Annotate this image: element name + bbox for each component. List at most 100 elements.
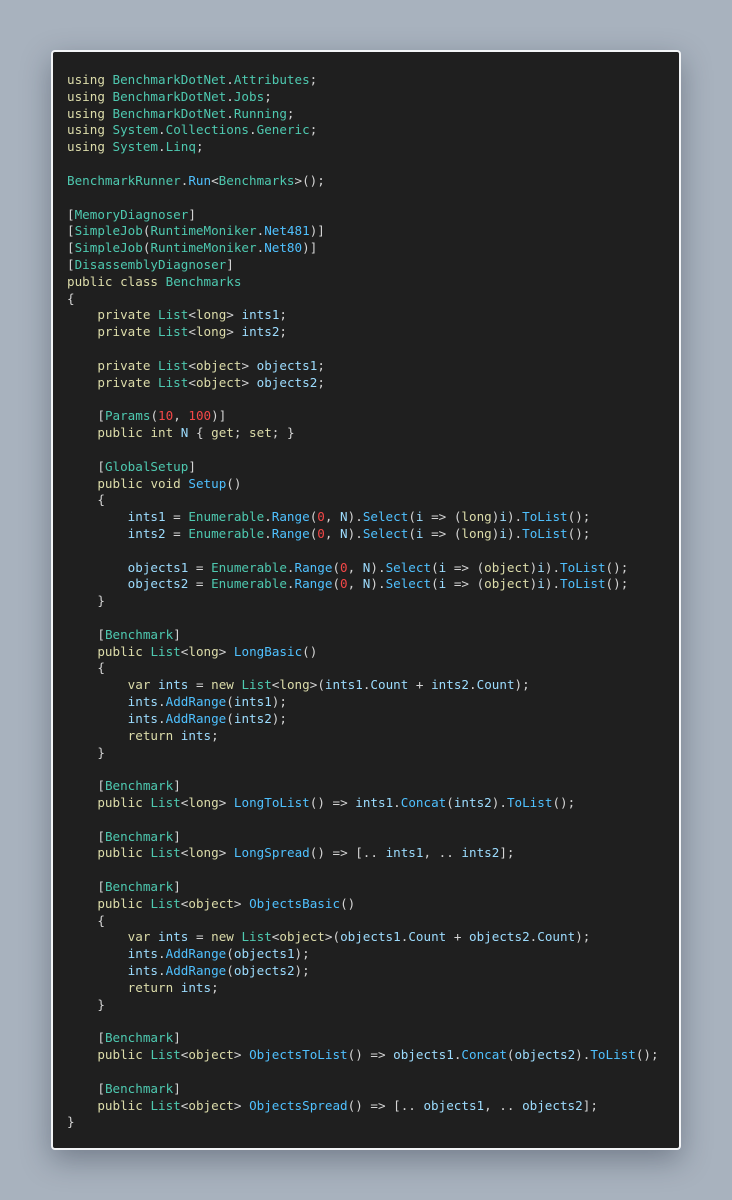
code-token-punctuation: [ <box>67 256 75 272</box>
code-token-identifier: objects2 <box>522 1097 583 1113</box>
code-token-whitespace <box>150 375 158 390</box>
code-token-whitespace <box>67 711 128 726</box>
code-token-identifier: ints <box>127 946 159 962</box>
code-token-keyword: new <box>211 929 234 945</box>
code-token-member: Net80 <box>264 240 303 256</box>
code-token-keyword: long <box>461 525 492 541</box>
code-token-keyword: public <box>97 845 143 861</box>
code-token-punctuation: ( <box>226 946 234 962</box>
code-line: public List<long> LongSpread() => [.. in… <box>67 845 659 862</box>
code-line: using BenchmarkDotNet.Running; <box>67 106 659 123</box>
code-token-punctuation: + <box>446 929 469 945</box>
code-token-type-name: RuntimeMoniker <box>150 223 257 239</box>
code-token-member: Select <box>385 576 432 592</box>
code-token-keyword: using <box>67 122 105 138</box>
code-token-identifier: ints1 <box>324 677 363 693</box>
code-token-number-literal: 10 <box>158 408 174 424</box>
code-token-type-name: List <box>150 643 181 659</box>
code-token-punctuation: . <box>158 946 166 962</box>
code-token-type-name: MemoryDiagnoser <box>74 206 189 222</box>
code-token-keyword: using <box>67 88 105 104</box>
code-token-punctuation: + <box>408 677 432 693</box>
code-token-punctuation: => ( <box>446 576 485 592</box>
code-line: public List<object> ObjectsToList() => o… <box>67 1047 658 1064</box>
code-token-keyword: object <box>195 357 242 373</box>
code-token-identifier: i <box>537 559 545 575</box>
code-token-type-name: List <box>158 357 189 373</box>
code-token-punctuation: => ( <box>446 559 485 575</box>
code-token-type-name: GlobalSetup <box>104 458 189 474</box>
code-token-punctuation: . <box>158 710 166 726</box>
code-token-whitespace <box>105 122 113 137</box>
code-token-type-name: List <box>241 929 272 945</box>
code-token-punctuation: } <box>97 744 105 760</box>
code-token-punctuation: (); <box>605 576 629 592</box>
code-line: ints1 = Enumerable.Range(0, N).Select(i … <box>67 509 659 526</box>
code-token-number-literal: 0 <box>317 509 325 525</box>
code-token-identifier: ints2 <box>127 525 166 541</box>
code-line: using BenchmarkDotNet.Attributes; <box>67 72 659 89</box>
code-token-type-name: Benchmark <box>104 879 174 894</box>
code-token-punctuation: [ <box>97 778 105 794</box>
code-token-identifier: i <box>415 525 424 541</box>
code-token-type-name: Enumerable <box>211 576 287 592</box>
code-token-punctuation: . <box>286 559 295 575</box>
code-token-identifier: objects2 <box>256 374 318 390</box>
code-token-whitespace <box>67 509 128 524</box>
code-line: public void Setup() <box>67 476 659 493</box>
code-token-whitespace <box>67 476 97 491</box>
code-token-keyword: set <box>249 425 272 441</box>
code-token-whitespace <box>67 728 128 743</box>
code-line: [MemoryDiagnoser] <box>67 207 659 224</box>
code-token-punctuation: . <box>226 88 234 104</box>
code-token-punctuation: = <box>188 576 212 592</box>
code-token-punctuation: < <box>211 172 219 188</box>
code-token-punctuation: ; <box>279 324 287 340</box>
code-token-punctuation: { <box>97 492 105 508</box>
code-token-keyword: new <box>211 677 234 693</box>
code-token-identifier: ints1 <box>127 509 166 525</box>
code-token-member: ToList <box>560 576 606 592</box>
code-token-member: Concat <box>461 1047 507 1063</box>
code-token-punctuation: ]; <box>582 1097 598 1113</box>
code-token-member: AddRange <box>165 710 227 726</box>
code-token-whitespace <box>67 660 97 675</box>
code-token-whitespace <box>67 307 97 322</box>
code-token-whitespace <box>67 694 128 709</box>
code-line: [Benchmark] <box>67 829 659 846</box>
code-token-keyword: get <box>211 425 234 441</box>
code-token-member: Run <box>188 172 212 188</box>
code-line: ints.AddRange(ints2); <box>67 711 659 728</box>
code-token-punctuation: ; <box>317 374 325 390</box>
code-token-punctuation: => ( <box>423 509 462 525</box>
code-token-whitespace <box>150 677 158 692</box>
code-token-whitespace <box>226 795 234 810</box>
code-token-member: Range <box>271 509 310 525</box>
code-token-whitespace <box>67 408 97 423</box>
code-token-whitespace <box>67 1081 97 1096</box>
code-token-identifier: i <box>415 509 424 525</box>
code-token-punctuation: (); <box>567 525 591 541</box>
code-token-punctuation: , <box>173 408 189 424</box>
code-token-member: Range <box>294 576 333 592</box>
code-token-punctuation: ] <box>173 778 181 794</box>
code-token-punctuation: ; <box>233 425 250 441</box>
code-token-punctuation: ). <box>544 576 561 592</box>
code-token-identifier: ints1 <box>241 307 280 323</box>
code-token-keyword: object <box>188 1047 234 1063</box>
code-token-punctuation: ). <box>544 559 561 575</box>
code-token-punctuation: , .. <box>484 1097 523 1113</box>
code-token-keyword: private <box>97 374 151 390</box>
code-token-type-name: SimpleJob <box>74 223 143 239</box>
code-token-punctuation: { <box>97 912 105 928</box>
code-line: public int N { get; set; } <box>67 425 659 442</box>
code-token-punctuation: ] <box>173 1030 181 1046</box>
code-token-member: Select <box>385 559 432 575</box>
code-token-punctuation: ; } <box>271 425 295 441</box>
code-token-type-name: Benchmarks <box>218 172 295 188</box>
code-line: ints.AddRange(objects1); <box>67 946 659 963</box>
code-token-punctuation: . <box>226 72 234 87</box>
code-token-type-name: Benchmark <box>104 828 174 844</box>
code-token-whitespace <box>67 879 97 894</box>
